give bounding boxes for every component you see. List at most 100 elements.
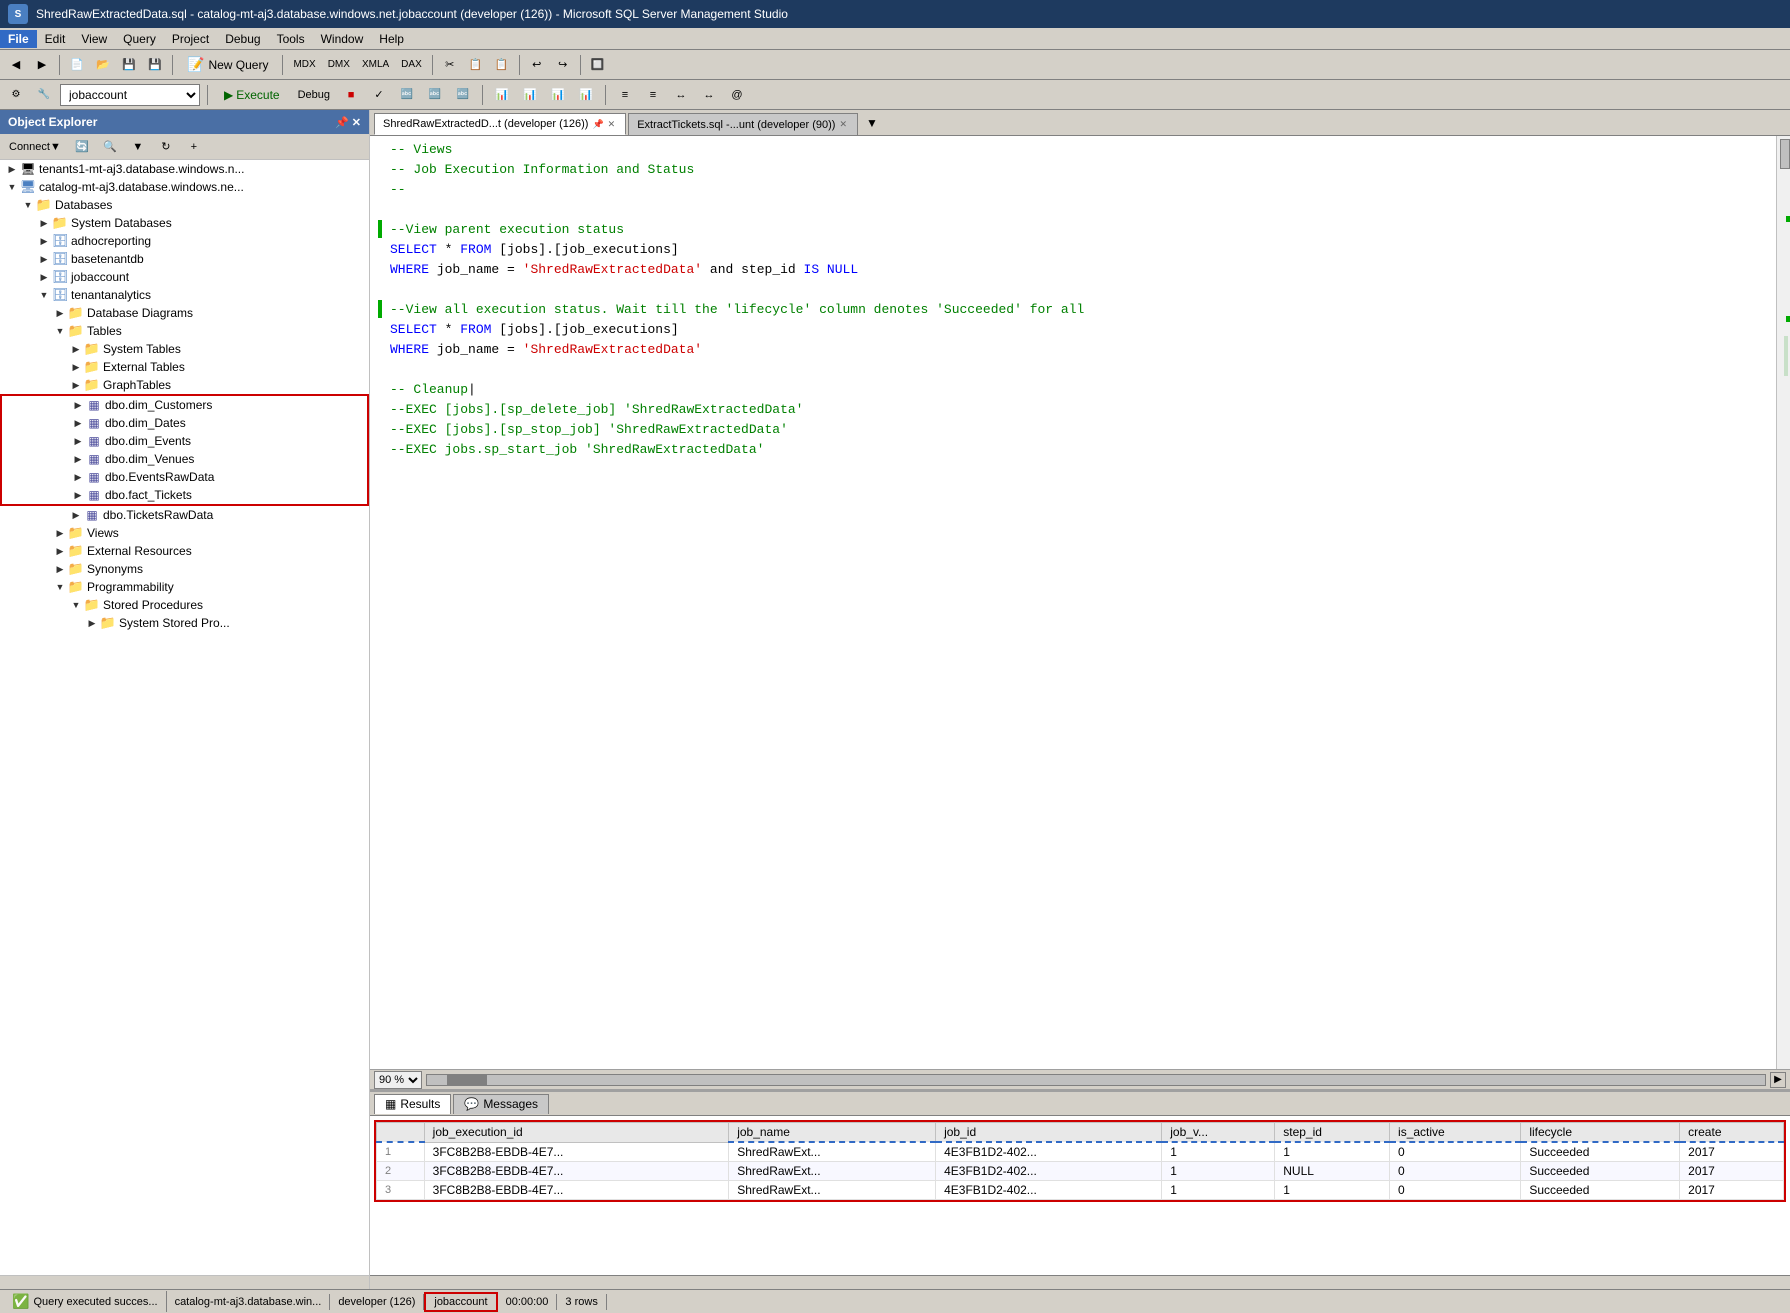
expand-tenantanalytics[interactable]: ▼ [36, 287, 52, 303]
ssms-btn3[interactable]: XMLA [357, 53, 394, 77]
forward-button[interactable]: ▶ [30, 53, 54, 77]
menu-window[interactable]: Window [313, 30, 372, 48]
format-btn2[interactable]: 📊 [518, 83, 542, 107]
tree-item-dimdates[interactable]: ▶ ▦ dbo.dim_Dates [2, 414, 367, 432]
menu-query[interactable]: Query [115, 30, 164, 48]
tab-extracttickets-close[interactable]: ✕ [839, 119, 847, 130]
oe-pin-icon[interactable]: 📌 ✕ [335, 116, 361, 129]
indent-btn4[interactable]: ↔ [697, 83, 721, 107]
tree-item-systemdb[interactable]: ▶ 📁 System Databases [0, 214, 369, 232]
tree-item-server2[interactable]: ▼ 🖥 catalog-mt-aj3.database.windows.ne..… [0, 178, 369, 196]
oe-filter-button[interactable]: 🔍 [98, 135, 122, 159]
save-all-button[interactable]: 💾 [143, 53, 167, 77]
oe-refresh-button[interactable]: 🔄 [70, 135, 94, 159]
new-file-button[interactable]: 📄 [65, 53, 89, 77]
h-scroll-thumb[interactable] [447, 1075, 487, 1085]
tb2-btn1[interactable]: ⚙ [4, 83, 28, 107]
expand-jobaccount[interactable]: ▶ [36, 269, 52, 285]
expand-systemdb[interactable]: ▶ [36, 215, 52, 231]
menu-tools[interactable]: Tools [269, 30, 313, 48]
tree-item-synonyms[interactable]: ▶ 📁 Synonyms [0, 560, 369, 578]
format-btn3[interactable]: 📊 [546, 83, 570, 107]
tree-item-dimcustomers[interactable]: ▶ ▦ dbo.dim_Customers [2, 396, 367, 414]
expand-dimcustomers[interactable]: ▶ [70, 397, 86, 413]
expand-eventsrawdata[interactable]: ▶ [70, 469, 86, 485]
parse-btn2[interactable]: 🔤 [423, 83, 447, 107]
oe-new-button[interactable]: + [182, 135, 206, 159]
ssms-btn1[interactable]: MDX [288, 53, 320, 77]
tab-extracttickets[interactable]: ExtractTickets.sql -...unt (developer (9… [628, 113, 858, 135]
expand-programmability[interactable]: ▼ [52, 579, 68, 595]
new-query-button[interactable]: 📝 New Query [178, 53, 277, 77]
tree-item-graphtables[interactable]: ▶ 📁 GraphTables [0, 376, 369, 394]
tree-item-jobaccount[interactable]: ▶ 🗄 jobaccount [0, 268, 369, 286]
expand-tables[interactable]: ▼ [52, 323, 68, 339]
expand-databases[interactable]: ▼ [20, 197, 36, 213]
expand-adhoc[interactable]: ▶ [36, 233, 52, 249]
tree-item-adhoc[interactable]: ▶ 🗄 adhocreporting [0, 232, 369, 250]
tree-item-facttickets[interactable]: ▶ ▦ dbo.fact_Tickets [2, 486, 367, 504]
tree-item-ticketsrawdata[interactable]: ▶ ▦ dbo.TicketsRawData [0, 506, 369, 524]
expand-systables[interactable]: ▶ [68, 341, 84, 357]
ssms-btn2[interactable]: DMX [323, 53, 355, 77]
tree-item-exttables[interactable]: ▶ 📁 External Tables [0, 358, 369, 376]
save-button[interactable]: 💾 [117, 53, 141, 77]
expand-ticketsrawdata[interactable]: ▶ [68, 507, 84, 523]
undo-button[interactable]: ↩ [525, 53, 549, 77]
menu-help[interactable]: Help [371, 30, 412, 48]
format-btn1[interactable]: 📊 [490, 83, 514, 107]
tab-shredraw-close[interactable]: ✕ [608, 119, 616, 130]
tree-item-storedprocs[interactable]: ▼ 📁 Stored Procedures [0, 596, 369, 614]
tb2-btn2[interactable]: 🔧 [32, 83, 56, 107]
expand-synonyms[interactable]: ▶ [52, 561, 68, 577]
editor-scroll-indicator[interactable] [1776, 136, 1790, 1069]
execute-button[interactable]: ▶ Execute [215, 83, 289, 107]
tree-item-systables[interactable]: ▶ 📁 System Tables [0, 340, 369, 358]
menu-project[interactable]: Project [164, 30, 217, 48]
expand-server1[interactable]: ▶ [4, 161, 20, 177]
indent-btn2[interactable]: ≡ [641, 83, 665, 107]
check-button[interactable]: ✓ [367, 83, 391, 107]
expand-dimvenues[interactable]: ▶ [70, 451, 86, 467]
misc-btn2[interactable]: @ [725, 83, 749, 107]
expand-facttickets[interactable]: ▶ [70, 487, 86, 503]
database-dropdown[interactable]: jobaccount [60, 84, 200, 106]
zoom-select[interactable]: 90 % [374, 1071, 422, 1089]
ssms-btn4[interactable]: DAX [396, 53, 427, 77]
h-scrollbar[interactable] [426, 1074, 1766, 1086]
misc-button[interactable]: 🔲 [586, 53, 610, 77]
copy-button[interactable]: 📋 [464, 53, 488, 77]
menu-file[interactable]: File [0, 30, 37, 48]
expand-exttables[interactable]: ▶ [68, 359, 84, 375]
tree-item-server1[interactable]: ▶ 🖥 tenants1-mt-aj3.database.windows.n..… [0, 160, 369, 178]
menu-debug[interactable]: Debug [217, 30, 268, 48]
tab-shredraw[interactable]: ShredRawExtractedD...t (developer (126))… [374, 113, 626, 135]
oe-connect-button[interactable]: Connect▼ [4, 135, 66, 159]
expand-dimdates[interactable]: ▶ [70, 415, 86, 431]
results-tab-messages[interactable]: 💬 Messages [453, 1094, 549, 1114]
code-editor[interactable]: -- Views -- Job Execution Information an… [370, 136, 1776, 1069]
tree-item-views[interactable]: ▶ 📁 Views [0, 524, 369, 542]
expand-dimevents[interactable]: ▶ [70, 433, 86, 449]
expand-diagrams[interactable]: ▶ [52, 305, 68, 321]
tree-item-databases[interactable]: ▼ 📁 Databases [0, 196, 369, 214]
stop-button[interactable]: ■ [339, 83, 363, 107]
tree-item-basetenant[interactable]: ▶ 🗄 basetenantdb [0, 250, 369, 268]
tree-item-diagrams[interactable]: ▶ 📁 Database Diagrams [0, 304, 369, 322]
tree-item-eventsrawdata[interactable]: ▶ ▦ dbo.EventsRawData [2, 468, 367, 486]
back-button[interactable]: ◀ [4, 53, 28, 77]
tab-overflow-button[interactable]: ▼ [860, 114, 884, 132]
tab-shredraw-pin[interactable]: 📌 [592, 119, 603, 130]
tree-item-tables[interactable]: ▼ 📁 Tables [0, 322, 369, 340]
oe-sync-button[interactable]: ↻ [154, 135, 178, 159]
format-btn4[interactable]: 📊 [574, 83, 598, 107]
debug-button[interactable]: Debug [293, 83, 335, 107]
oe-scroll-bottom[interactable] [0, 1275, 369, 1289]
expand-server2[interactable]: ▼ [4, 179, 20, 195]
indent-btn3[interactable]: ↔ [669, 83, 693, 107]
results-hscroll[interactable] [370, 1275, 1790, 1289]
menu-view[interactable]: View [73, 30, 115, 48]
oe-filter2-button[interactable]: ▼ [126, 135, 150, 159]
cut-button[interactable]: ✂ [438, 53, 462, 77]
expand-graphtables[interactable]: ▶ [68, 377, 84, 393]
